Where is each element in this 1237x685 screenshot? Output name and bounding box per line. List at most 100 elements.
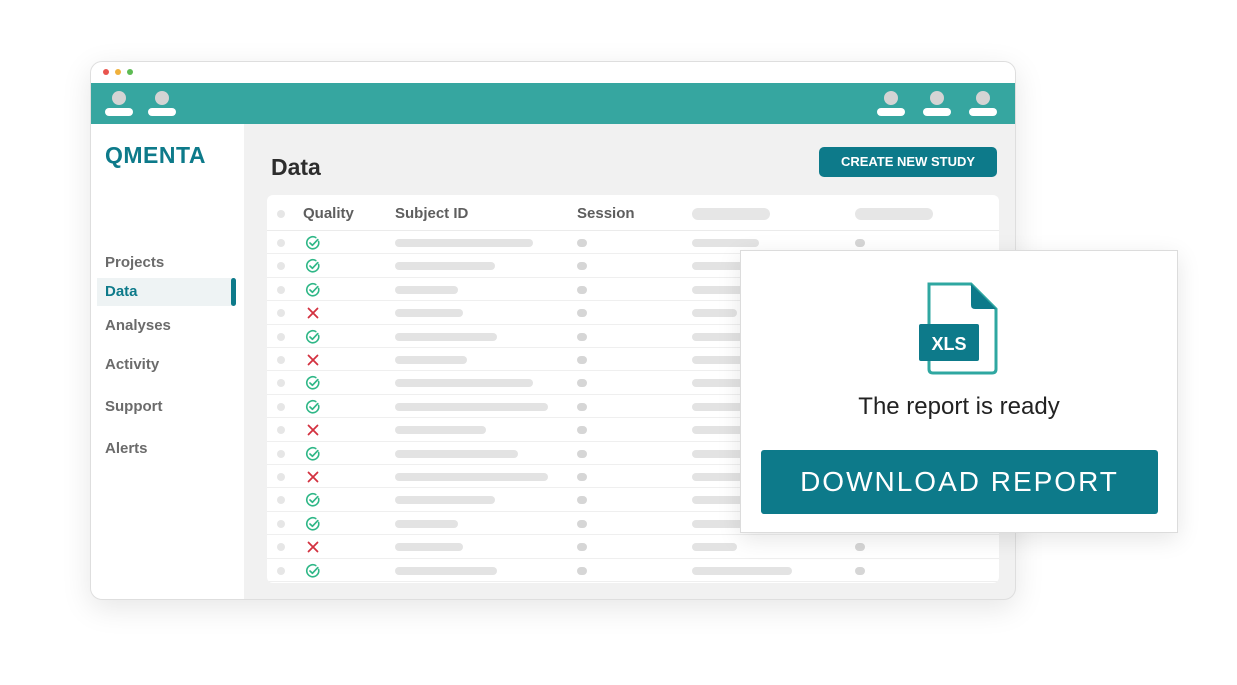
session-placeholder xyxy=(577,519,587,528)
cell-placeholder xyxy=(692,332,747,341)
sidebar-item-support[interactable]: Support xyxy=(97,393,235,421)
row-select-dot[interactable] xyxy=(277,262,285,271)
session-placeholder xyxy=(577,496,587,505)
subject-id-placeholder xyxy=(395,473,548,481)
sidebar-item-projects[interactable]: Projects xyxy=(97,249,235,277)
subject-id-placeholder xyxy=(395,309,463,318)
subject-id-placeholder xyxy=(395,496,495,505)
subject-id-placeholder xyxy=(395,426,486,435)
cell-placeholder-dot xyxy=(855,543,865,552)
subject-id-placeholder xyxy=(395,402,548,411)
sidebar-item-alerts[interactable]: Alerts xyxy=(97,435,235,463)
select-all-dot[interactable] xyxy=(277,210,285,218)
row-select-dot[interactable] xyxy=(277,449,285,458)
cell-placeholder xyxy=(692,239,759,247)
check-circle-icon xyxy=(306,376,320,390)
row-select-dot[interactable] xyxy=(277,543,285,552)
column-header-quality[interactable]: Quality xyxy=(303,205,354,222)
user-avatar-icon[interactable] xyxy=(969,91,997,119)
subject-id-placeholder xyxy=(395,356,467,364)
session-placeholder xyxy=(577,543,587,552)
row-select-dot[interactable] xyxy=(277,519,285,528)
maximize-window-dot[interactable] xyxy=(127,69,133,75)
session-placeholder xyxy=(577,473,587,481)
subject-id-placeholder xyxy=(395,379,533,388)
check-circle-icon xyxy=(306,282,320,297)
session-placeholder xyxy=(577,285,587,294)
session-placeholder xyxy=(577,239,587,247)
minimize-window-dot[interactable] xyxy=(115,69,121,75)
subject-id-placeholder xyxy=(395,262,495,271)
column-header-session[interactable]: Session xyxy=(577,205,635,222)
xls-label: XLS xyxy=(931,334,966,354)
column-header-subject-id[interactable]: Subject ID xyxy=(395,205,468,222)
cell-placeholder xyxy=(692,449,747,458)
session-placeholder xyxy=(577,426,587,435)
cell-placeholder-dot xyxy=(855,239,865,247)
row-select-dot[interactable] xyxy=(277,473,285,481)
report-ready-message: The report is ready xyxy=(858,393,1060,420)
row-select-dot[interactable] xyxy=(277,309,285,318)
title-bar xyxy=(91,62,1015,83)
subject-id-placeholder xyxy=(395,332,497,341)
row-select-dot[interactable] xyxy=(277,402,285,411)
x-mark-icon xyxy=(307,424,319,436)
row-select-dot[interactable] xyxy=(277,356,285,364)
row-select-dot[interactable] xyxy=(277,332,285,341)
page-title: Data xyxy=(271,154,321,180)
check-circle-icon xyxy=(306,399,320,414)
cell-placeholder-dot xyxy=(855,566,865,575)
user-avatar-icon[interactable] xyxy=(148,91,176,119)
user-avatar-icon[interactable] xyxy=(105,91,133,119)
session-placeholder xyxy=(577,309,587,318)
x-mark-icon xyxy=(307,541,319,553)
sidebar-item-analyses[interactable]: Analyses xyxy=(97,312,235,340)
check-circle-icon xyxy=(306,329,320,344)
create-new-study-button[interactable]: CREATE NEW STUDY xyxy=(819,147,997,177)
row-select-dot[interactable] xyxy=(277,496,285,505)
check-circle-icon xyxy=(306,563,320,578)
x-mark-icon xyxy=(307,307,319,319)
x-mark-icon xyxy=(307,471,319,483)
subject-id-placeholder xyxy=(395,519,458,528)
cell-placeholder xyxy=(692,566,792,575)
session-placeholder xyxy=(577,332,587,341)
cell-placeholder xyxy=(692,356,747,364)
close-window-dot[interactable] xyxy=(103,69,109,75)
session-placeholder xyxy=(577,402,587,411)
row-select-dot[interactable] xyxy=(277,566,285,575)
x-mark-icon xyxy=(307,354,319,366)
cell-placeholder xyxy=(692,543,737,552)
user-avatar-icon[interactable] xyxy=(877,91,905,119)
session-placeholder xyxy=(577,566,587,575)
table-row[interactable] xyxy=(267,535,999,559)
sidebar-item-activity[interactable]: Activity xyxy=(97,351,235,379)
user-avatar-icon[interactable] xyxy=(923,91,951,119)
top-bar xyxy=(91,83,1015,124)
download-report-button[interactable]: DOWNLOAD REPORT xyxy=(761,450,1158,514)
row-select-dot[interactable] xyxy=(277,285,285,294)
sidebar: QMENTA Projects Data Analyses Activity S… xyxy=(91,124,244,599)
subject-id-placeholder xyxy=(395,449,518,458)
qmenta-logo: QMENTA xyxy=(105,142,206,168)
column-header-placeholder xyxy=(692,208,770,220)
table-row[interactable] xyxy=(267,559,999,582)
subject-id-placeholder xyxy=(395,285,458,294)
sidebar-item-data[interactable]: Data xyxy=(97,278,236,306)
subject-id-placeholder xyxy=(395,566,497,575)
report-ready-dialog: XLS The report is ready DOWNLOAD REPORT xyxy=(740,250,1178,533)
subject-id-placeholder xyxy=(395,543,463,552)
session-placeholder xyxy=(577,449,587,458)
row-select-dot[interactable] xyxy=(277,379,285,388)
check-circle-icon xyxy=(306,516,320,531)
row-select-dot[interactable] xyxy=(277,239,285,247)
session-placeholder xyxy=(577,356,587,364)
table-header: Quality Subject ID Session xyxy=(267,195,999,231)
row-select-dot[interactable] xyxy=(277,426,285,435)
session-placeholder xyxy=(577,379,587,388)
session-placeholder xyxy=(577,262,587,271)
check-circle-icon xyxy=(306,493,320,507)
xls-file-icon: XLS xyxy=(919,282,998,375)
cell-placeholder xyxy=(692,309,737,318)
check-circle-icon xyxy=(306,259,320,273)
